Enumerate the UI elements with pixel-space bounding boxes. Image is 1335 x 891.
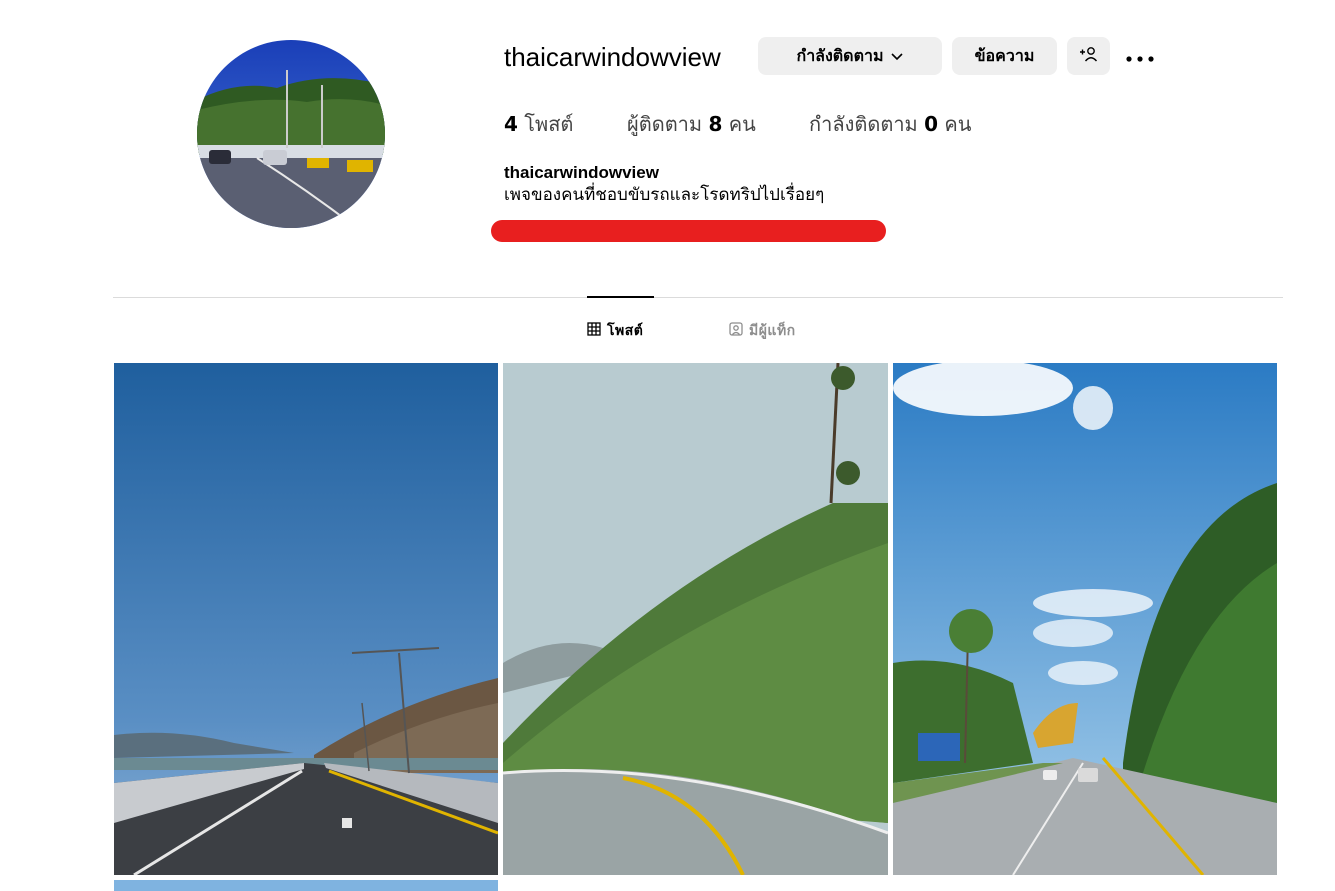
followers-label: ผู้ติดตาม <box>627 112 703 136</box>
profile-username: thaicarwindowview <box>504 42 721 72</box>
post-tile-highway[interactable] <box>114 363 498 875</box>
following-unit: คน <box>944 112 972 136</box>
posts-count: 4 <box>504 112 518 136</box>
bio-text: เพจของคนที่ชอบขับรถและโรดทริปไปเรื่อยๆ <box>504 185 825 205</box>
message-button-label: ข้อความ <box>974 45 1035 65</box>
tagged-icon <box>729 322 749 340</box>
add-user-icon <box>1079 46 1099 66</box>
chevron-down-icon <box>890 49 904 63</box>
post-tile-town-road[interactable] <box>893 363 1277 875</box>
following-button[interactable]: กำลังติดตาม <box>758 37 942 75</box>
tab-tagged-label: มีผู้แท็ก <box>749 323 796 339</box>
grid-icon <box>587 322 607 340</box>
post-tile-hill-road[interactable] <box>503 363 888 875</box>
add-user-button[interactable] <box>1067 37 1110 75</box>
posts-stat: 4 โพสต์ <box>504 110 573 138</box>
tabs-divider <box>113 297 1283 298</box>
posts-label: โพสต์ <box>524 112 574 136</box>
followers-unit: คน <box>728 112 756 136</box>
following-button-label: กำลังติดตาม <box>796 45 884 65</box>
more-options-button[interactable] <box>1124 44 1156 68</box>
followers-stat[interactable]: ผู้ติดตาม 8 คน <box>627 110 756 138</box>
bio-name: thaicarwindowview <box>504 163 659 182</box>
profile-avatar[interactable] <box>197 40 385 228</box>
tab-posts[interactable]: โพสต์ <box>587 320 643 342</box>
more-options-icon <box>1126 47 1154 66</box>
tab-tagged[interactable]: มีผู้แท็ก <box>729 320 796 342</box>
post-tile-partial[interactable] <box>114 880 498 891</box>
following-stat[interactable]: กำลังติดตาม 0 คน <box>809 110 971 138</box>
followers-count: 8 <box>708 112 723 136</box>
following-count: 0 <box>924 112 939 136</box>
following-label: กำลังติดตาม <box>809 112 918 136</box>
tab-posts-label: โพสต์ <box>607 323 644 339</box>
redacted-link <box>491 220 886 242</box>
message-button[interactable]: ข้อความ <box>952 37 1057 75</box>
active-tab-indicator <box>587 296 654 298</box>
